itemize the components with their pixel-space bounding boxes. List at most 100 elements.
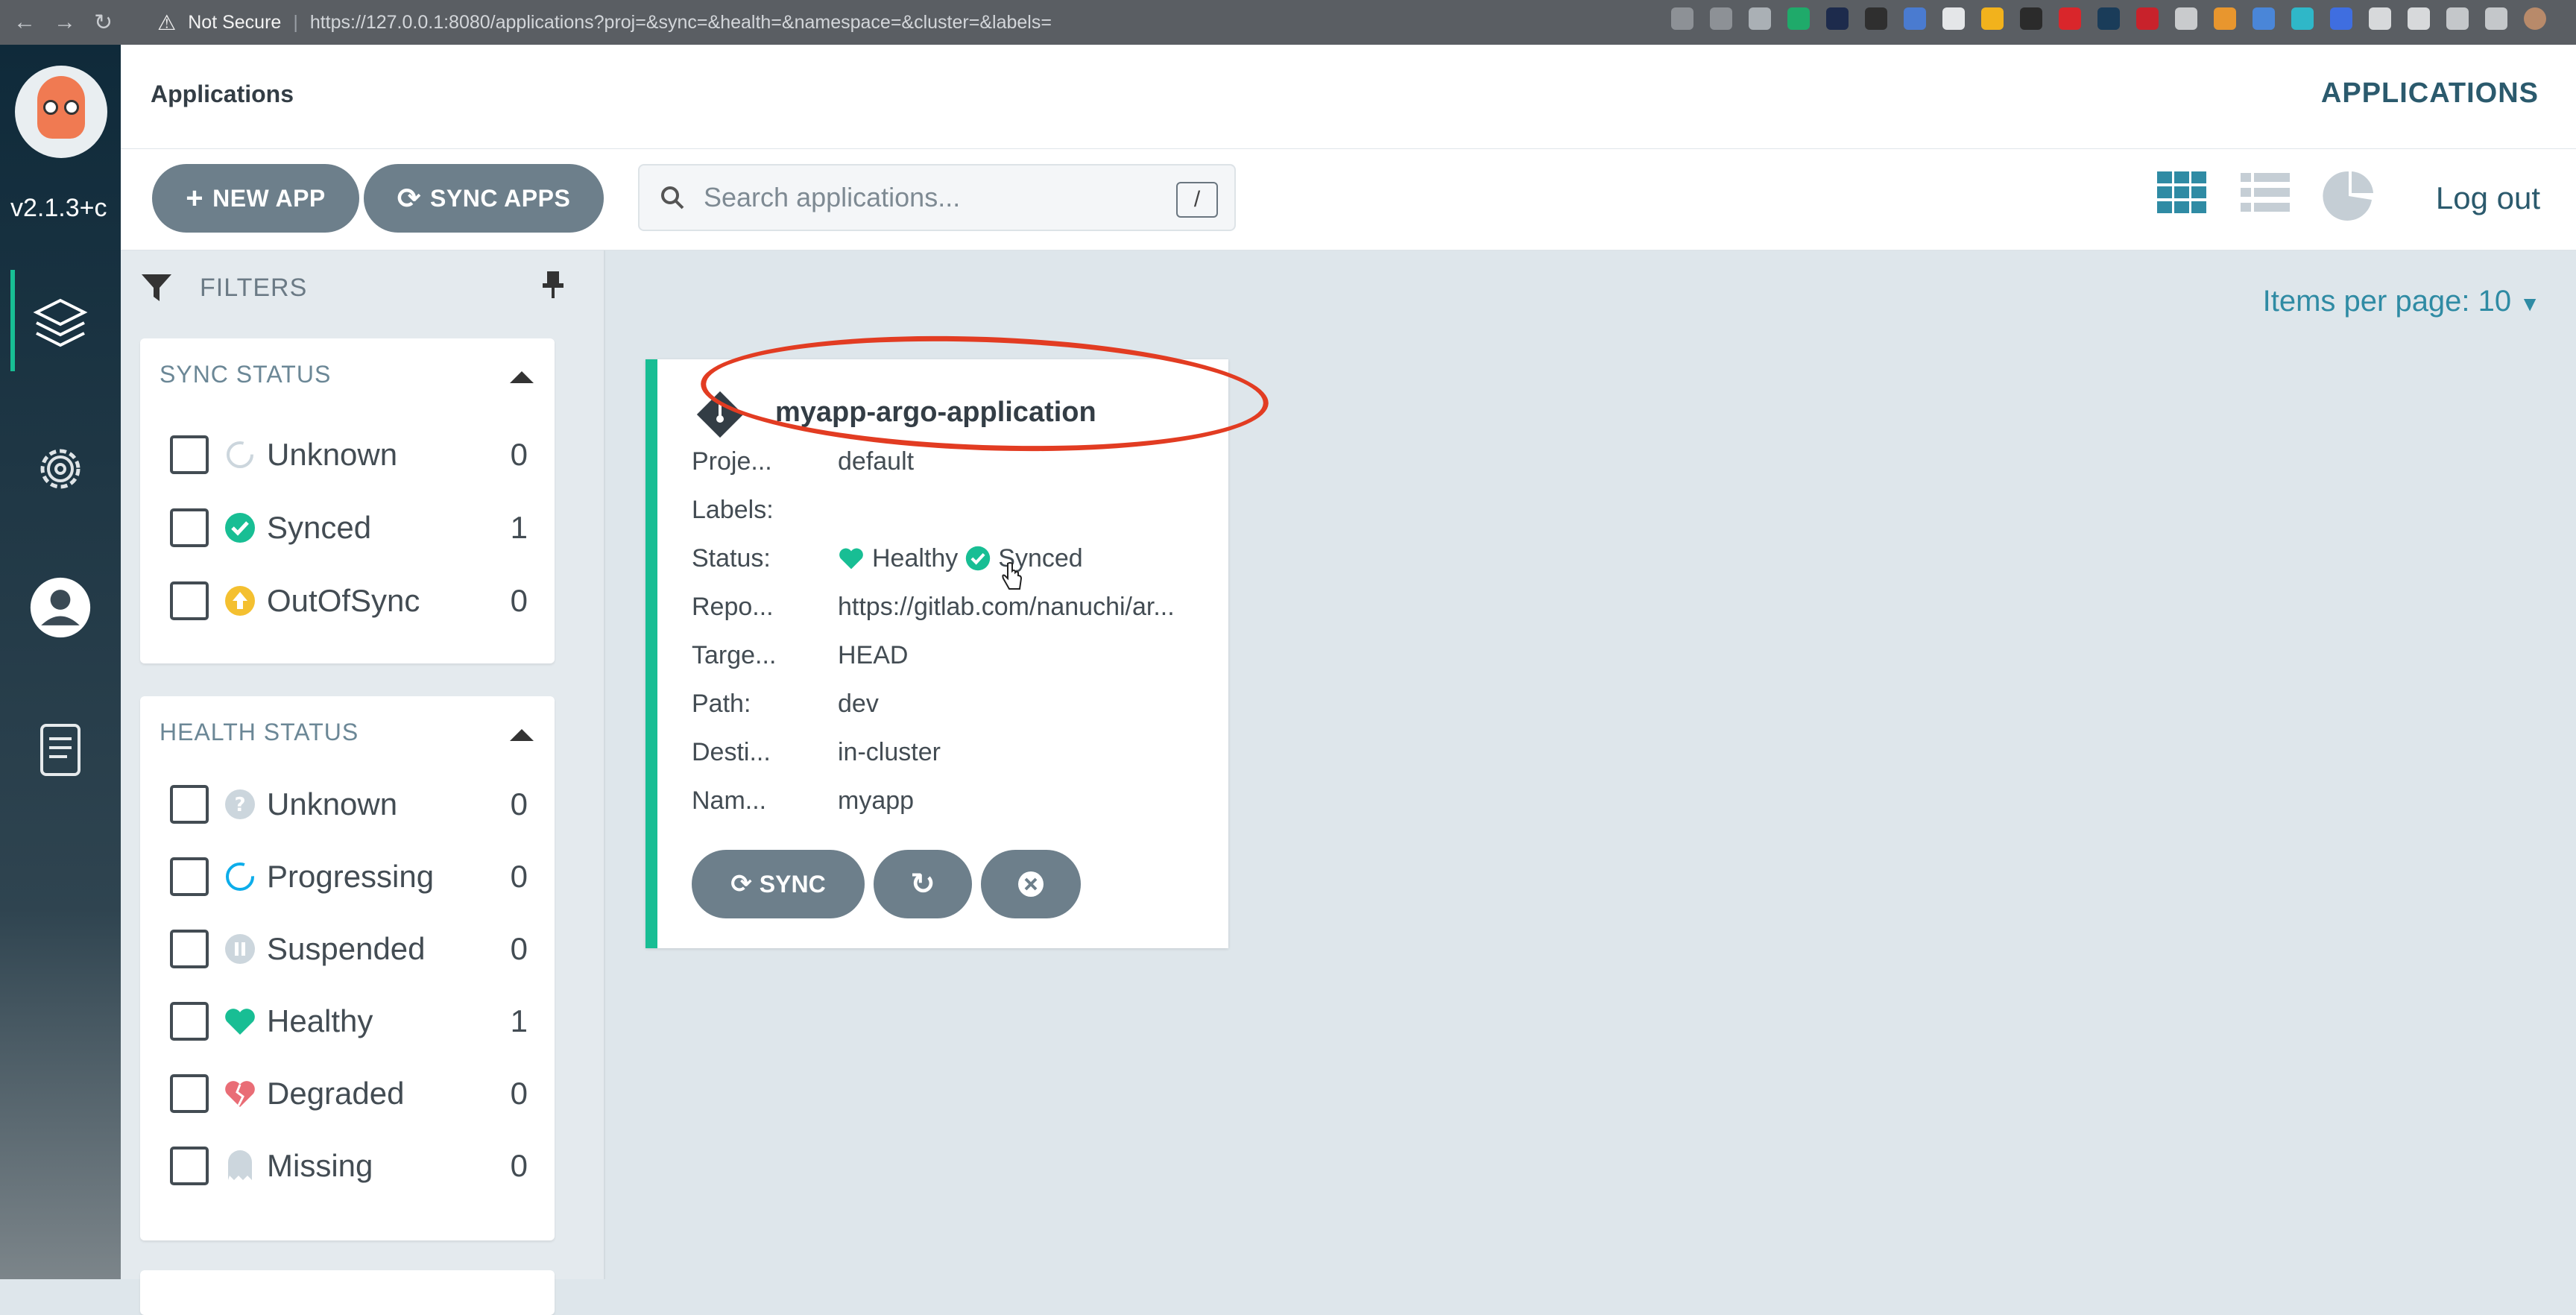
nav-docs-icon[interactable] (28, 719, 92, 783)
reload-icon[interactable]: ↻ (94, 10, 113, 36)
checkbox[interactable] (170, 1074, 209, 1113)
browser-toolbar: ← → ↻ ⚠ Not Secure | https://127.0.0.1:8… (0, 0, 2576, 45)
filter-health-progressing[interactable]: Progressing 0 (170, 851, 528, 903)
zoom-icon[interactable] (1671, 7, 1693, 30)
row-key: Repo... (692, 592, 774, 621)
search-icon (661, 186, 684, 209)
extension-icon[interactable] (2253, 7, 2275, 30)
refresh-button[interactable]: ↻ (874, 850, 972, 918)
list-view-icon[interactable] (2239, 170, 2291, 215)
checkbox[interactable] (170, 930, 209, 968)
row-value: default (838, 447, 915, 476)
filter-label: Degraded (267, 1076, 405, 1111)
filter-health-missing[interactable]: Missing 0 (170, 1140, 528, 1192)
filter-sync-outofsync[interactable]: OutOfSync 0 (170, 575, 528, 627)
extension-icon[interactable] (2214, 7, 2236, 30)
filter-label: Unknown (267, 437, 398, 472)
puzzle-icon[interactable] (2446, 7, 2469, 30)
filter-health-unknown[interactable]: ? Unknown 0 (170, 778, 528, 830)
filter-sync-unknown[interactable]: Unknown 0 (170, 429, 528, 481)
new-app-button[interactable]: + NEW APP (152, 164, 359, 233)
filter-health-healthy[interactable]: Healthy 1 (170, 995, 528, 1047)
collapse-caret-icon[interactable] (510, 729, 534, 741)
filter-count: 1 (510, 510, 528, 545)
reading-list-icon[interactable] (2485, 7, 2507, 30)
nav-settings-icon[interactable] (28, 437, 92, 501)
filter-label: Healthy (267, 1003, 373, 1038)
card-row-labels: Labels: (692, 491, 1213, 529)
filter-count: 0 (510, 1148, 528, 1183)
url-text[interactable]: https://127.0.0.1:8080/applications?proj… (310, 12, 1052, 34)
filter-health-suspended[interactable]: Suspended 0 (170, 923, 528, 975)
card-row-namespace: Nam... myapp (692, 782, 1213, 819)
profile-avatar[interactable] (2524, 7, 2546, 30)
address-bar[interactable]: ⚠ Not Secure | https://127.0.0.1:8080/ap… (157, 10, 1052, 35)
forward-icon[interactable]: → (54, 10, 76, 36)
collapse-caret-icon[interactable] (510, 371, 534, 383)
nav-applications-icon[interactable] (28, 291, 92, 355)
card-row-path: Path: dev (692, 685, 1213, 722)
extension-icon[interactable] (1981, 7, 2004, 30)
row-value: in-cluster (838, 737, 941, 766)
extension-icon[interactable] (2330, 7, 2352, 30)
checkbox[interactable] (170, 1002, 209, 1041)
checkbox[interactable] (170, 581, 209, 620)
back-icon[interactable]: ← (13, 10, 36, 36)
pin-icon[interactable] (540, 270, 566, 300)
health-status-title: HEALTH STATUS (160, 719, 359, 745)
extension-icon[interactable] (2136, 7, 2159, 30)
pie-view-icon[interactable] (2323, 170, 2375, 222)
sync-status-panel: SYNC STATUS Unknown 0 Synced 1 OutOfSync… (140, 338, 555, 663)
extension-icon[interactable] (2291, 7, 2314, 30)
health-status: Healthy (872, 543, 959, 573)
checkbox[interactable] (170, 508, 209, 547)
extension-icon[interactable] (1904, 7, 1926, 30)
active-indicator (10, 270, 15, 371)
extension-icon[interactable] (1787, 7, 1810, 30)
extension-icon[interactable] (1826, 7, 1849, 30)
filter-health-degraded[interactable]: Degraded 0 (170, 1068, 528, 1120)
search-shortcut-key: / (1176, 182, 1218, 218)
extension-icon[interactable] (2020, 7, 2042, 30)
sync-button-label: SYNC (759, 870, 826, 898)
row-value: dev (838, 689, 879, 718)
extension-icon[interactable] (2369, 7, 2391, 30)
extension-icon[interactable] (1942, 7, 1965, 30)
extension-icon[interactable] (2059, 7, 2081, 30)
logout-button[interactable]: Log out (2436, 180, 2540, 216)
row-value: HEAD (838, 640, 909, 669)
checkbox[interactable] (170, 435, 209, 474)
filter-icon (142, 274, 171, 301)
items-per-page-selector[interactable]: Items per page: 10 ▼ (2263, 285, 2540, 318)
filter-sync-synced[interactable]: Synced 1 (170, 502, 528, 554)
checkbox[interactable] (170, 785, 209, 824)
warning-icon: ⚠ (157, 10, 177, 34)
view-switcher (2156, 170, 2375, 222)
extension-icon[interactable] (2175, 7, 2197, 30)
filter-label: Synced (267, 510, 372, 545)
filter-label: Progressing (267, 859, 435, 894)
items-per-page-label: Items per page: 10 (2262, 285, 2512, 318)
row-key: Targe... (692, 640, 777, 669)
bookmark-star-icon[interactable] (1710, 7, 1732, 30)
url-separator: | (293, 11, 298, 33)
checkbox[interactable] (170, 857, 209, 896)
extension-icon[interactable] (2097, 7, 2120, 30)
app-toolbar: + NEW APP ⟳ SYNC APPS Search application… (121, 149, 2576, 250)
nav-user-icon[interactable] (28, 575, 92, 640)
checkbox[interactable] (170, 1147, 209, 1185)
argo-logo[interactable] (15, 66, 107, 158)
extension-icon[interactable] (2408, 7, 2430, 30)
breadcrumb: APPLICATIONS (2320, 78, 2539, 109)
caret-down-icon: ▼ (2519, 292, 2540, 315)
browser-nav: ← → ↻ (13, 10, 113, 36)
sync-apps-button[interactable]: ⟳ SYNC APPS (364, 164, 604, 233)
page-title: Applications (151, 81, 294, 107)
extension-icon[interactable] (1865, 7, 1887, 30)
svg-text:?: ? (234, 794, 245, 816)
extension-icon[interactable] (1749, 7, 1771, 30)
tiles-view-icon[interactable] (2156, 170, 2208, 215)
search-input[interactable]: Search applications... / (638, 164, 1236, 231)
sync-button[interactable]: ⟳ SYNC (692, 850, 865, 918)
delete-button[interactable] (981, 850, 1081, 918)
